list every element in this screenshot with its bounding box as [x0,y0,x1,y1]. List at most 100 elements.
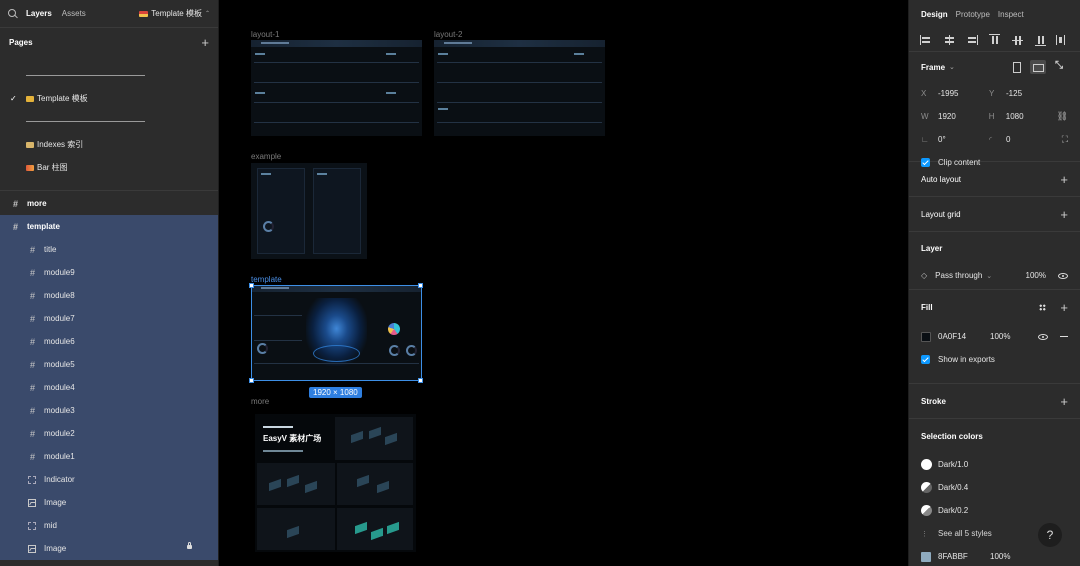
frame-template[interactable] [251,285,422,381]
eye-icon[interactable] [1038,333,1048,340]
tab-layers[interactable]: Layers [26,9,52,18]
fill-hex-value[interactable]: 0A0F14 [938,332,990,341]
page-item-bar[interactable]: Bar 柱图 [0,156,218,179]
align-horizontal-center-icon[interactable] [943,34,956,46]
constrain-proportions-icon[interactable]: ⛓ [1057,111,1068,122]
frame-example[interactable] [251,163,367,259]
layer-image-locked[interactable]: Image [0,537,218,560]
layer-module9[interactable]: # module9 [0,261,218,284]
color-hex-value[interactable]: 8FABBF [938,552,990,561]
page-item-template[interactable]: ✓ Template 模板 [0,87,218,110]
module-tag [438,108,448,110]
resize-handle-tl[interactable] [249,283,254,288]
tab-inspect[interactable]: Inspect [998,10,1024,19]
align-top-icon[interactable] [988,33,1001,46]
layer-image[interactable]: Image [0,491,218,514]
tab-assets[interactable]: Assets [62,9,86,18]
add-layout-grid-icon[interactable]: + [1060,208,1068,221]
layer-opacity-value[interactable]: 100% [1026,271,1046,280]
help-button[interactable]: ? [1038,523,1062,547]
align-left-icon[interactable] [920,34,933,46]
distribute-icon[interactable] [1056,34,1069,46]
layer-module6[interactable]: # module6 [0,330,218,353]
chevron-down-icon[interactable]: ⌄ [949,63,955,71]
portrait-icon[interactable] [1008,60,1024,74]
frame-title[interactable]: Frame [921,63,945,72]
radius-value: 0 [1006,135,1011,144]
show-in-exports-checkbox[interactable] [921,355,930,364]
resize-handle-bl[interactable] [249,378,254,383]
add-page-icon[interactable]: + [201,36,209,49]
x-value: -1995 [938,89,959,98]
y-field[interactable]: Y -125 [989,89,1057,98]
frame-label-template[interactable]: template [251,275,282,284]
iso-block [355,521,367,535]
search-icon[interactable] [8,8,18,19]
page-switcher[interactable]: Template 模板 ⌃ [139,8,210,19]
independent-corners-icon[interactable]: ⛶ [1062,134,1068,145]
frame-label-layout-2[interactable]: layout-2 [434,30,462,39]
layer-module7[interactable]: # module7 [0,307,218,330]
resize-to-fit-icon[interactable] [1052,60,1068,74]
page-emoji-icon [26,95,34,102]
resize-handle-tr[interactable] [418,283,423,288]
rotation-radius-row: ∟ 0° ◜ 0 ⛶ [921,128,1068,151]
resize-handle-br[interactable] [418,378,423,383]
show-in-exports-row[interactable]: Show in exports [921,348,1068,371]
iso-block [371,527,383,541]
frame-layout-2[interactable] [434,40,605,136]
chevron-down-icon: ⌄ [986,272,993,280]
page-item-indexes[interactable]: Indexes 索引 [0,133,218,156]
eye-icon[interactable] [1058,272,1068,279]
layers-panel: Layers Assets Template 模板 ⌃ Pages + ✓ Te… [0,0,219,566]
color-swatch[interactable] [921,551,931,562]
layer-module3[interactable]: # module3 [0,399,218,422]
tab-prototype[interactable]: Prototype [956,10,990,19]
corner-radius-field[interactable]: ◜ 0 [989,135,1057,144]
selection-color-item[interactable]: Dark/0.4 [921,476,1068,499]
layer-module8[interactable]: # module8 [0,284,218,307]
remove-fill-icon[interactable] [1060,336,1068,337]
page-emoji-icon [26,164,34,171]
w-label: W [921,112,929,121]
align-bottom-icon[interactable] [1034,34,1047,46]
fill-opacity-value[interactable]: 100% [990,332,1010,341]
fill-swatch[interactable] [921,331,931,342]
frame-more[interactable]: EasyV 素材广场 [255,414,416,552]
selection-color-item[interactable]: Dark/0.2 [921,499,1068,522]
color-opacity-value[interactable]: 100% [990,552,1010,561]
blend-mode-select[interactable]: Pass through [935,271,982,280]
style-grid-icon[interactable] [1039,304,1047,311]
selection-color-item[interactable]: Dark/1.0 [921,453,1068,476]
rotation-field[interactable]: ∟ 0° [921,135,989,144]
layer-module2[interactable]: # module2 [0,422,218,445]
align-right-icon[interactable] [965,34,978,46]
add-auto-layout-icon[interactable]: + [1060,173,1068,186]
frame-label-more[interactable]: more [251,397,269,406]
frame-label-layout-1[interactable]: layout-1 [251,30,279,39]
layer-module1[interactable]: # module1 [0,445,218,468]
frame-label-example[interactable]: example [251,152,281,161]
landscape-icon[interactable] [1030,60,1046,74]
layer-mid[interactable]: mid [0,514,218,537]
layer-indicator[interactable]: Indicator [0,468,218,491]
layer-template[interactable]: # template [0,215,218,238]
width-field[interactable]: W 1920 [921,112,989,121]
see-all-styles-link[interactable]: See all 5 styles [938,529,992,538]
add-fill-icon[interactable]: + [1060,301,1068,314]
add-stroke-icon[interactable]: + [1060,395,1068,408]
tab-design[interactable]: Design [921,10,948,19]
height-field[interactable]: H 1080 [989,112,1057,121]
layer-module4[interactable]: # module4 [0,376,218,399]
layer-more[interactable]: # more [0,192,218,215]
frame-layout-1[interactable] [251,40,422,136]
canvas[interactable]: layout-1 layout-2 example template 1920 … [220,0,908,566]
lock-icon[interactable] [187,542,192,549]
x-field[interactable]: X -1995 [921,89,989,98]
align-vertical-center-icon[interactable] [1011,34,1024,46]
layer-module5[interactable]: # module5 [0,353,218,376]
layer-title[interactable]: # title [0,238,218,261]
divider [254,102,419,103]
selection-color-hex-row[interactable]: 8FABBF 100% [921,545,1068,566]
flag-icon [139,10,149,17]
